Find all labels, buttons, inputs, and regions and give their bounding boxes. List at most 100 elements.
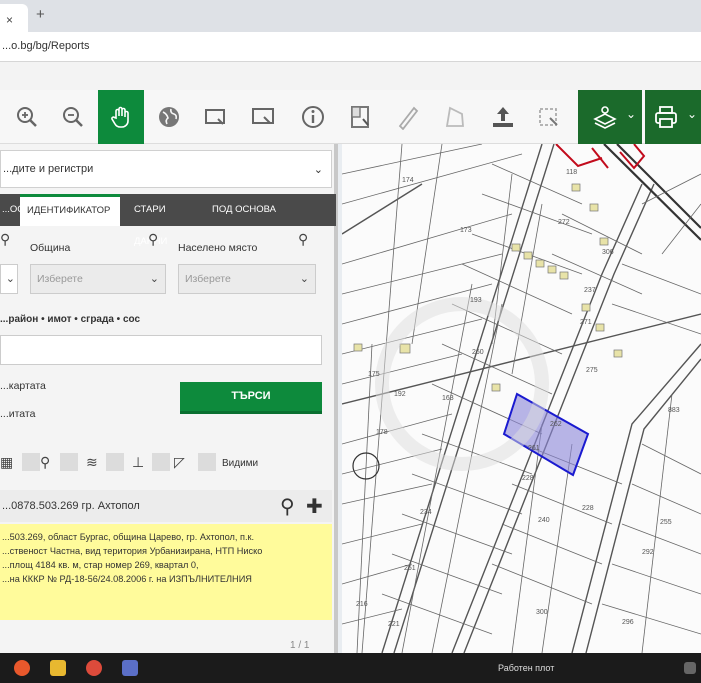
tab-identifier[interactable]: ИДЕНТИФИКАТОР [20, 194, 120, 226]
os-taskbar: Работен плот [0, 653, 701, 683]
printer-icon [655, 106, 677, 128]
svg-text:216: 216 [356, 601, 368, 608]
checkbox[interactable] [22, 453, 40, 471]
layers-icon [593, 106, 617, 129]
result-line: ...503.269, област Бургас, община Царево… [2, 532, 255, 542]
folder-icon[interactable] [50, 660, 66, 676]
svg-text:193: 193 [470, 297, 482, 304]
notification-icon[interactable] [684, 662, 696, 674]
browser-tab[interactable]: × [0, 4, 28, 32]
tab-old-data[interactable]: СТАРИ ДАННИ [128, 194, 200, 247]
globe-button[interactable] [146, 90, 192, 144]
marker-icon[interactable]: ⊥ [132, 454, 144, 471]
search-hint: ...район • имот • сграда • сос [0, 314, 141, 325]
svg-text:234: 234 [420, 509, 432, 516]
zoom-out-button[interactable] [50, 90, 96, 144]
municipality-label: Община [30, 242, 71, 254]
select-clear-icon [539, 108, 558, 126]
close-tab-icon[interactable]: × [6, 13, 13, 27]
search-panel: ...дите и регистри ⌄ ...ОС ИДЕНТИФИКАТОР… [0, 144, 338, 653]
checkbox[interactable] [152, 453, 170, 471]
svg-text:173: 173 [460, 227, 472, 234]
location-pin-icon[interactable]: ⚲ [40, 454, 50, 471]
svg-text:118: 118 [566, 169, 577, 176]
zoom-in-icon [17, 107, 37, 127]
radio-results[interactable]: ...итата [0, 408, 35, 420]
address-bar[interactable]: ...o.bg/bg/Reports [0, 32, 701, 62]
settlement-value: Изберете [185, 273, 231, 285]
info-button[interactable] [290, 90, 336, 144]
svg-text:296: 296 [622, 619, 634, 626]
chevron-down-icon: ⌄ [313, 164, 323, 176]
chrome-icon[interactable] [86, 660, 102, 676]
register-select[interactable]: ...дите и регистри ⌄ [0, 150, 332, 188]
ruler-button[interactable] [384, 90, 430, 144]
svg-text:240: 240 [538, 517, 550, 524]
svg-text:292: 292 [642, 549, 654, 556]
checkbox[interactable] [198, 453, 216, 471]
building-select-button[interactable] [338, 90, 384, 144]
add-icon[interactable]: ✚ [306, 494, 323, 519]
page-header [0, 62, 701, 90]
svg-text:228: 228 [582, 505, 594, 512]
screen-select-icon [252, 108, 274, 124]
region-dropdown[interactable]: ⌄ [0, 264, 18, 294]
pager: 1 / 1 [290, 640, 310, 651]
result-line: ...на КККР № РД-18-56/24.08.2006 г. на И… [2, 574, 252, 584]
visible-label: Видими [222, 458, 259, 469]
desktop-label: Работен плот [498, 663, 555, 673]
result-line: ...ственост Частна, вид територия Урбани… [2, 546, 263, 556]
result-card[interactable]: ...503.269, област Бургас, община Царево… [0, 524, 332, 620]
register-select-value: ...дите и регистри [3, 163, 94, 175]
search-button[interactable]: ТЪРСИ [180, 382, 322, 414]
svg-text:221: 221 [388, 621, 400, 628]
tab-address[interactable]: ...ОС [0, 194, 24, 226]
pan-button[interactable] [98, 90, 144, 144]
area-measure-button[interactable] [432, 90, 478, 144]
checkbox[interactable] [60, 453, 78, 471]
svg-text:271: 271 [580, 319, 592, 326]
svg-text:300: 300 [536, 609, 548, 616]
svg-text:174: 174 [402, 177, 414, 184]
svg-text:883: 883 [668, 407, 680, 414]
svg-text:237: 237 [584, 287, 596, 294]
chevron-down-icon: ⌄ [149, 273, 159, 285]
map-toolbar: ⌄ ⌄ [0, 90, 701, 234]
svg-text:260: 260 [472, 349, 484, 356]
layers-icon[interactable]: ≋ [86, 454, 98, 471]
svg-text:261: 261 [528, 445, 540, 452]
identifier-input[interactable] [0, 335, 322, 365]
chevron-down-icon: ⌄ [5, 273, 15, 285]
print-button[interactable]: ⌄ [645, 90, 701, 144]
url-text: ...o.bg/bg/Reports [2, 40, 90, 52]
chevron-down-icon: ⌄ [299, 273, 309, 285]
cadastral-map[interactable]: 174 173 193 260 163 192 178 175 262 261 275 271 1… [342, 144, 701, 653]
checkbox[interactable] [106, 453, 124, 471]
zoom-in-button[interactable] [4, 90, 50, 144]
new-tab-button[interactable]: + [36, 6, 45, 23]
document-icon[interactable] [122, 660, 138, 676]
municipality-dropdown[interactable]: Изберете ⌄ [30, 264, 166, 294]
svg-text:192: 192 [394, 391, 406, 398]
rectangle-select-button[interactable] [192, 90, 238, 144]
rectangle-select-icon [205, 109, 225, 125]
svg-text:251: 251 [404, 565, 416, 572]
location-pin-icon: ⚲ [148, 231, 159, 247]
result-title: ...0878.503.269 гр. Ахтопол [2, 500, 140, 512]
select-clear-button[interactable] [526, 90, 572, 144]
result-header: ...0878.503.269 гр. Ахтопол ⚲ ✚ [0, 490, 332, 522]
screen-select-button[interactable] [240, 90, 286, 144]
settlement-dropdown[interactable]: Изберете ⌄ [178, 264, 316, 294]
list-icon[interactable]: ▦ [0, 454, 13, 471]
polygon-icon[interactable]: ◸ [174, 454, 185, 471]
radio-on-map[interactable]: ...картата [0, 380, 46, 392]
search-icon[interactable]: ⚲ [280, 494, 295, 519]
info-icon [302, 106, 324, 128]
firefox-icon[interactable] [14, 660, 30, 676]
globe-icon [159, 107, 179, 127]
ruler-icon [398, 106, 419, 130]
tab-base[interactable]: ПОД ОСНОВА [206, 194, 296, 226]
location-pin-icon: ⚲ [0, 231, 11, 247]
upload-button[interactable] [480, 90, 526, 144]
layers-button[interactable]: ⌄ [578, 90, 642, 144]
